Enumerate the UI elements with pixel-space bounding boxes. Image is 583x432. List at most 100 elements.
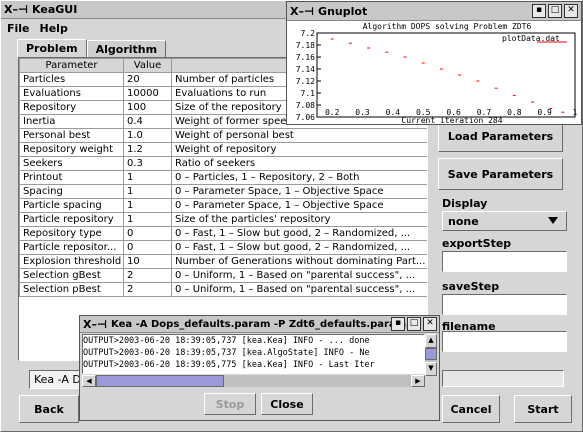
table-row[interactable]: Explosion threshold 10 Number of Generatio… (19, 254, 427, 269)
value-cell[interactable]: 1 (123, 198, 172, 213)
value-cell[interactable]: 1 (123, 170, 172, 185)
data-point (494, 87, 498, 89)
stop-button-label: Stop (215, 397, 245, 411)
comment-cell: Size of the particles' repository (171, 212, 427, 227)
close-button-label: Close (270, 397, 304, 411)
x-tick-label: 0.3 (355, 108, 370, 117)
x-tick-label: 0.4 (386, 108, 401, 117)
table-row[interactable]: Selection gBest 2 0 – Uniform, 1 – Based o… (19, 268, 427, 283)
back-button[interactable]: Back (19, 395, 79, 423)
parameter-cell: Repository weight (19, 142, 124, 157)
table-row[interactable]: Particle repository 1 Size of the particle… (19, 212, 427, 227)
log-vscroll-thumb[interactable] (425, 348, 437, 360)
save-parameters-button[interactable]: Save Parameters (438, 158, 563, 190)
close-button[interactable]: Close (261, 393, 313, 415)
tab-problem[interactable]: Problem (17, 39, 87, 57)
minimize-icon[interactable]: ▪ (532, 4, 546, 18)
value-cell[interactable]: 0.4 (123, 114, 172, 129)
x-tick-label: 0.8 (507, 108, 522, 117)
x-logo-icon: X–⊣ (290, 4, 315, 18)
x-tick-label: 0.7 (477, 108, 492, 117)
parameter-cell: Seekers (19, 156, 124, 171)
scroll-down-arrow-icon[interactable]: ▼ (425, 362, 437, 376)
scroll-right-arrow-icon[interactable]: ▶ (411, 375, 425, 387)
value-cell[interactable]: 1.2 (123, 142, 172, 157)
menu-help[interactable]: Help (40, 22, 68, 38)
x-tick-label: 0.6 (446, 108, 461, 117)
tab-problem-label: Problem (26, 42, 78, 55)
close-icon[interactable]: ✕ (564, 4, 578, 18)
status-field (442, 370, 564, 387)
value-cell[interactable]: 1 (123, 184, 172, 199)
tab-algorithm[interactable]: Algorithm (86, 40, 167, 58)
parameter-cell: Particle repository (19, 212, 124, 227)
value-cell[interactable]: 10 (123, 254, 172, 269)
data-point (561, 111, 565, 113)
value-cell[interactable]: 1.0 (123, 128, 172, 143)
data-point (348, 42, 352, 44)
value-cell[interactable]: 2 (123, 268, 172, 283)
filename-input[interactable] (442, 331, 567, 352)
minimize-icon[interactable]: ▪ (391, 317, 405, 331)
parameter-cell: Explosion threshold (19, 254, 124, 269)
value-cell[interactable]: 0.3 (123, 156, 172, 171)
comment-cell: Number of Generations without dominating… (171, 254, 427, 269)
value-cell[interactable]: 10000 (123, 86, 172, 101)
maximize-icon[interactable]: □ (407, 317, 421, 331)
cancel-button[interactable]: Cancel (442, 395, 500, 423)
column-header-parameter[interactable]: Parameter (19, 58, 124, 73)
scroll-up-arrow-icon[interactable]: ▲ (425, 334, 437, 348)
table-row[interactable]: Selection pBest 2 0 – Uniform, 1 – Based o… (19, 282, 427, 297)
log-hscroll-thumb[interactable] (96, 375, 224, 387)
x-tick-label: 0.2 (325, 108, 340, 117)
parameter-cell: Particle repositor... (19, 240, 124, 255)
comment-cell: 0 – Parameter Space, 1 – Objective Space (171, 198, 427, 213)
chevron-down-icon (548, 217, 558, 224)
data-point (367, 47, 371, 49)
display-select[interactable]: none (442, 211, 567, 231)
table-row[interactable]: Repository weight 1.2 Weight of repository (19, 142, 427, 157)
keagui-titlebar[interactable]: X–⊣ KeaGUI (1, 1, 291, 19)
start-button[interactable]: Start (514, 395, 572, 423)
log-horizontal-scrollbar[interactable]: ◀ ▶ (82, 375, 425, 387)
value-cell[interactable]: 0 (123, 240, 172, 255)
log-text-area[interactable]: OUTPUT>2003-06-20 18:39:05,737 [kea.Kea]… (82, 334, 425, 374)
log-window: X–⊣ Kea -A Dops_defaults.param -P Zdt6_d… (79, 315, 440, 421)
x-logo-icon: X–⊣ (83, 317, 108, 331)
column-header-value[interactable]: Value (123, 58, 172, 73)
export-step-input[interactable] (442, 251, 567, 272)
y-tick-label: 7.08 (296, 101, 315, 110)
x-tick-label: 0.9 (537, 108, 552, 117)
value-cell[interactable]: 100 (123, 100, 172, 115)
y-tick-label: 7.2 (301, 29, 316, 38)
table-row[interactable]: Repository type 0 0 – Fast, 1 – Slow but g… (19, 226, 427, 241)
value-cell[interactable]: 20 (123, 72, 172, 87)
parameter-cell: Printout (19, 170, 124, 185)
comment-cell: 0 – Fast, 1 – Slow but good, 2 – Randomi… (171, 240, 427, 255)
display-select-value: none (448, 214, 479, 228)
table-row[interactable]: Particle spacing 1 0 – Parameter Space, 1 … (19, 198, 427, 213)
stop-button[interactable]: Stop (204, 393, 256, 415)
table-row[interactable]: Printout 1 0 – Particles, 1 – Repository, … (19, 170, 427, 185)
table-row[interactable]: Spacing 1 0 – Parameter Space, 1 – Objecti… (19, 184, 427, 199)
parameter-cell: Personal best (19, 128, 124, 143)
close-icon[interactable]: ✕ (423, 317, 437, 331)
table-row[interactable]: Particle repositor... 0 0 – Fast, 1 – Slow… (19, 240, 427, 255)
cancel-button-label: Cancel (450, 402, 492, 416)
log-titlebar[interactable]: X–⊣ Kea -A Dops_defaults.param -P Zdt6_d… (80, 316, 439, 333)
save-step-label: saveStep (442, 280, 500, 293)
gnuplot-plot: Algorithm DOPS solving Problem ZDT6 plot… (296, 22, 578, 125)
maximize-icon[interactable]: □ (548, 4, 562, 18)
comment-cell: 0 – Uniform, 1 – Based on "parental succ… (171, 268, 427, 283)
gnuplot-titlebar[interactable]: X–⊣ Gnuplot ▪ □ ✕ (287, 2, 581, 21)
scroll-left-arrow-icon[interactable]: ◀ (82, 375, 96, 387)
menu-file[interactable]: File (7, 22, 30, 38)
table-row[interactable]: Seekers 0.3 Ratio of seekers (19, 156, 427, 171)
display-label: Display (442, 197, 488, 210)
value-cell[interactable]: 1 (123, 212, 172, 227)
table-row[interactable]: Personal best 1.0 Weight of personal best (19, 128, 427, 143)
value-cell[interactable]: 0 (123, 226, 172, 241)
log-vertical-scrollbar[interactable]: ▲ ▼ (425, 334, 437, 376)
save-step-input[interactable] (442, 294, 567, 315)
value-cell[interactable]: 2 (123, 282, 172, 297)
